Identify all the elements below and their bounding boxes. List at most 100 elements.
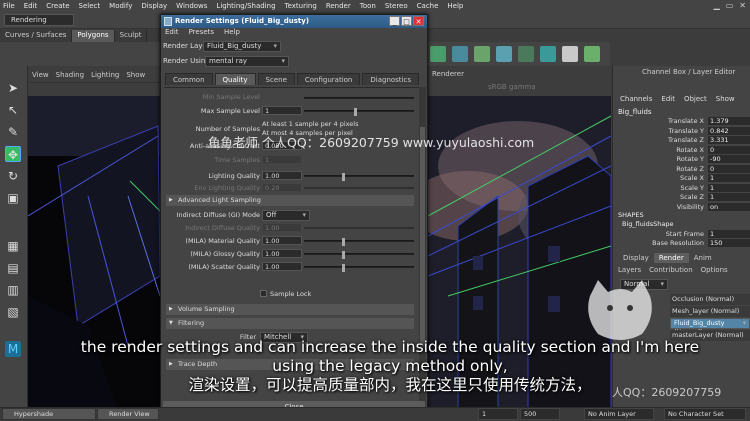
layer-editor-menu-item[interactable]: Layers: [618, 266, 641, 274]
mla-glossy-slider[interactable]: [304, 251, 414, 259]
env-lighting-field[interactable]: 0.20: [262, 183, 302, 192]
advanced-light-sampling-section[interactable]: Advanced Light Sampling: [166, 195, 414, 206]
menu-help[interactable]: Help: [447, 2, 463, 10]
channel-attr-value[interactable]: 1: [708, 174, 750, 182]
menu-select[interactable]: Select: [79, 2, 101, 10]
volume-sampling-section[interactable]: Volume Sampling: [166, 304, 414, 315]
shelf-tool-icon[interactable]: [430, 46, 446, 62]
max-sample-slider[interactable]: [304, 108, 414, 116]
mla-scatter-field[interactable]: 1.00: [262, 262, 302, 271]
tab-scene[interactable]: Scene: [257, 73, 295, 85]
menu-edit[interactable]: Edit: [24, 2, 38, 10]
layer-editor-menu-item[interactable]: Options: [701, 266, 728, 274]
shelf-tab[interactable]: Polygons: [72, 30, 115, 42]
layout-four-icon[interactable]: ▤: [5, 260, 21, 276]
shelf-tab[interactable]: Curves / Surfaces: [0, 30, 73, 42]
channel-box-menu-item[interactable]: Show: [716, 95, 735, 103]
channel-attr-value[interactable]: 1: [708, 193, 750, 201]
shape-attr-value[interactable]: 150: [708, 239, 750, 247]
channel-attr-value[interactable]: 0: [708, 164, 750, 173]
layout-two-icon[interactable]: ▥: [5, 282, 21, 298]
maximize-icon[interactable]: ▭: [726, 1, 734, 10]
mla-glossy-field[interactable]: 1.00: [262, 249, 302, 258]
mla-material-slider[interactable]: [304, 238, 414, 246]
shape-attr-row[interactable]: Start Frame 1: [612, 230, 750, 239]
renderer-select[interactable]: mental ray: [205, 56, 289, 67]
channel-attr-value[interactable]: 1: [708, 183, 750, 192]
close-icon[interactable]: ✕: [413, 16, 424, 26]
render-layer-item[interactable]: Mesh_layer (Normal): [670, 306, 750, 317]
maximize-icon[interactable]: □: [401, 16, 412, 26]
shelf-tool-icon[interactable]: [518, 46, 534, 62]
end-frame-field[interactable]: 500: [520, 408, 560, 420]
anim-layer-select[interactable]: No Anim Layer: [584, 408, 654, 420]
menu-modify[interactable]: Modify: [109, 2, 132, 10]
shelf-tool-icon[interactable]: [562, 46, 578, 62]
channel-attr-row[interactable]: Translate Z 3.331: [612, 136, 750, 145]
menu-windows[interactable]: Windows: [176, 2, 207, 10]
shelf-tool-icon[interactable]: [584, 46, 600, 62]
viewport-menu-item[interactable]: Lighting: [91, 71, 119, 79]
paint-select-icon[interactable]: ✎: [5, 124, 21, 140]
shelf-tool-icon[interactable]: [452, 46, 468, 62]
menu-display[interactable]: Display: [141, 2, 167, 10]
lighting-quality-field[interactable]: 1.00: [262, 171, 302, 180]
mla-scatter-slider[interactable]: [304, 264, 414, 272]
dialog-menu-item[interactable]: Presets: [189, 28, 214, 39]
tab-diagnostics[interactable]: Diagnostics: [362, 73, 419, 85]
rotate-tool-icon[interactable]: ↻: [5, 168, 21, 184]
channel-attr-value[interactable]: 3.331: [708, 136, 750, 144]
dialog-menu-item[interactable]: Edit: [165, 28, 179, 39]
minimize-icon[interactable]: ▁: [714, 1, 720, 10]
mla-material-field[interactable]: 1.00: [262, 236, 302, 245]
channel-attr-row[interactable]: Translate Y 0.842: [612, 126, 750, 136]
channel-attr-value[interactable]: 1.379: [708, 117, 750, 125]
channel-attr-row[interactable]: Visibility on: [612, 202, 750, 212]
lighting-quality-slider[interactable]: [304, 173, 414, 181]
tab-common[interactable]: Common: [165, 73, 213, 85]
viewport-menu-item[interactable]: View: [32, 71, 49, 79]
shelf-tool-icon[interactable]: [540, 46, 556, 62]
render-layer-item[interactable]: Fluid_Big_dusty (Normal): [670, 318, 750, 336]
menu-stereo[interactable]: Stereo: [385, 2, 408, 10]
env-lighting-slider[interactable]: [304, 187, 414, 189]
start-frame-field[interactable]: 1: [478, 408, 518, 420]
min-sample-slider[interactable]: [304, 97, 414, 99]
indirect-quality-slider[interactable]: [304, 227, 414, 229]
menu-lighting-shading[interactable]: Lighting/Shading: [216, 2, 275, 10]
task-hypershade[interactable]: Hypershade: [2, 408, 96, 420]
channel-attr-row[interactable]: Rotate X 0: [612, 145, 750, 155]
menu-create[interactable]: Create: [46, 2, 69, 10]
lasso-tool-icon[interactable]: ↖: [5, 102, 21, 118]
channel-attr-row[interactable]: Scale Y 1: [612, 183, 750, 193]
channel-attr-value[interactable]: 0: [708, 145, 750, 154]
channel-attr-value[interactable]: on: [708, 202, 750, 211]
render-layer-item[interactable]: Occlusion (Normal): [670, 294, 750, 305]
filtering-section[interactable]: Filtering: [166, 318, 414, 329]
render-layer-item[interactable]: masterLayer (Normal): [670, 330, 750, 341]
layout-outliner-icon[interactable]: ▧: [5, 304, 21, 320]
time-samples-field[interactable]: 1: [262, 155, 302, 164]
render-layer-select[interactable]: Fluid_Big_dusty: [203, 41, 281, 52]
max-sample-field[interactable]: 1: [262, 106, 302, 115]
channel-box-menu-item[interactable]: Channels: [620, 95, 652, 103]
move-tool-icon[interactable]: ✥: [5, 146, 21, 162]
shape-attr-row[interactable]: Base Resolution 150: [612, 239, 750, 248]
viewport-menu-item[interactable]: Renderer: [432, 70, 464, 78]
channel-attr-row[interactable]: Rotate Y -90: [612, 155, 750, 164]
viewport-menu-item[interactable]: Show: [126, 71, 145, 79]
channel-attr-value[interactable]: -90: [708, 155, 750, 163]
tab-configuration[interactable]: Configuration: [296, 73, 361, 85]
layer-editor-menu-item[interactable]: Contribution: [649, 266, 692, 274]
channel-attr-row[interactable]: Translate X 1.379: [612, 117, 750, 126]
layer-editor-tab[interactable]: Anim: [689, 253, 717, 263]
menu-file[interactable]: File: [3, 2, 15, 10]
viewport-menu-item[interactable]: Shading: [56, 71, 84, 79]
shelf-tool-icon[interactable]: [474, 46, 490, 62]
indirect-quality-field[interactable]: 1.00: [262, 223, 302, 232]
tab-quality[interactable]: Quality: [214, 73, 256, 85]
menu-cache[interactable]: Cache: [417, 2, 439, 10]
minimize-icon[interactable]: _: [389, 16, 400, 26]
layer-editor-tab[interactable]: Display: [618, 253, 654, 263]
menu-render[interactable]: Render: [326, 2, 351, 10]
